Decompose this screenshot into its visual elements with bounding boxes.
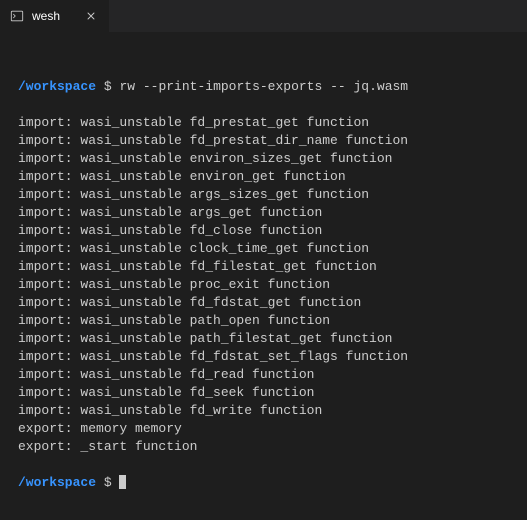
output-line: import: wasi_unstable args_sizes_get fun… [18,186,509,204]
close-icon[interactable] [83,8,99,24]
command-text: rw --print-imports-exports -- jq.wasm [119,79,408,94]
output-line: import: wasi_unstable proc_exit function [18,276,509,294]
prompt-path: /workspace [18,79,96,94]
output-line: import: wasi_unstable fd_filestat_get fu… [18,258,509,276]
prompt-symbol: $ [104,79,112,94]
output-line: import: wasi_unstable fd_fdstat_get func… [18,294,509,312]
output-line: import: wasi_unstable fd_seek function [18,384,509,402]
output-line: import: wasi_unstable fd_close function [18,222,509,240]
prompt-path: /workspace [18,475,96,490]
terminal-output[interactable]: /workspace $ rw --print-imports-exports … [0,32,527,520]
output-line: import: wasi_unstable fd_read function [18,366,509,384]
output-line: export: _start function [18,438,509,456]
output-line: import: wasi_unstable fd_prestat_get fun… [18,114,509,132]
tab-label: wesh [32,9,60,23]
output-line: import: wasi_unstable fd_write function [18,402,509,420]
output-line: import: wasi_unstable fd_fdstat_set_flag… [18,348,509,366]
output-line: import: wasi_unstable path_open function [18,312,509,330]
output-line: import: wasi_unstable environ_sizes_get … [18,150,509,168]
output-line: import: wasi_unstable environ_get functi… [18,168,509,186]
tab-bar: wesh [0,0,527,32]
output-line: import: wasi_unstable fd_prestat_dir_nam… [18,132,509,150]
output-line: export: memory memory [18,420,509,438]
output-line: import: wasi_unstable path_filestat_get … [18,330,509,348]
output-line: import: wasi_unstable clock_time_get fun… [18,240,509,258]
tab-wesh[interactable]: wesh [0,0,110,32]
prompt-symbol: $ [104,475,112,490]
terminal-icon [10,9,24,23]
output-line: import: wasi_unstable args_get function [18,204,509,222]
cursor [119,475,126,489]
